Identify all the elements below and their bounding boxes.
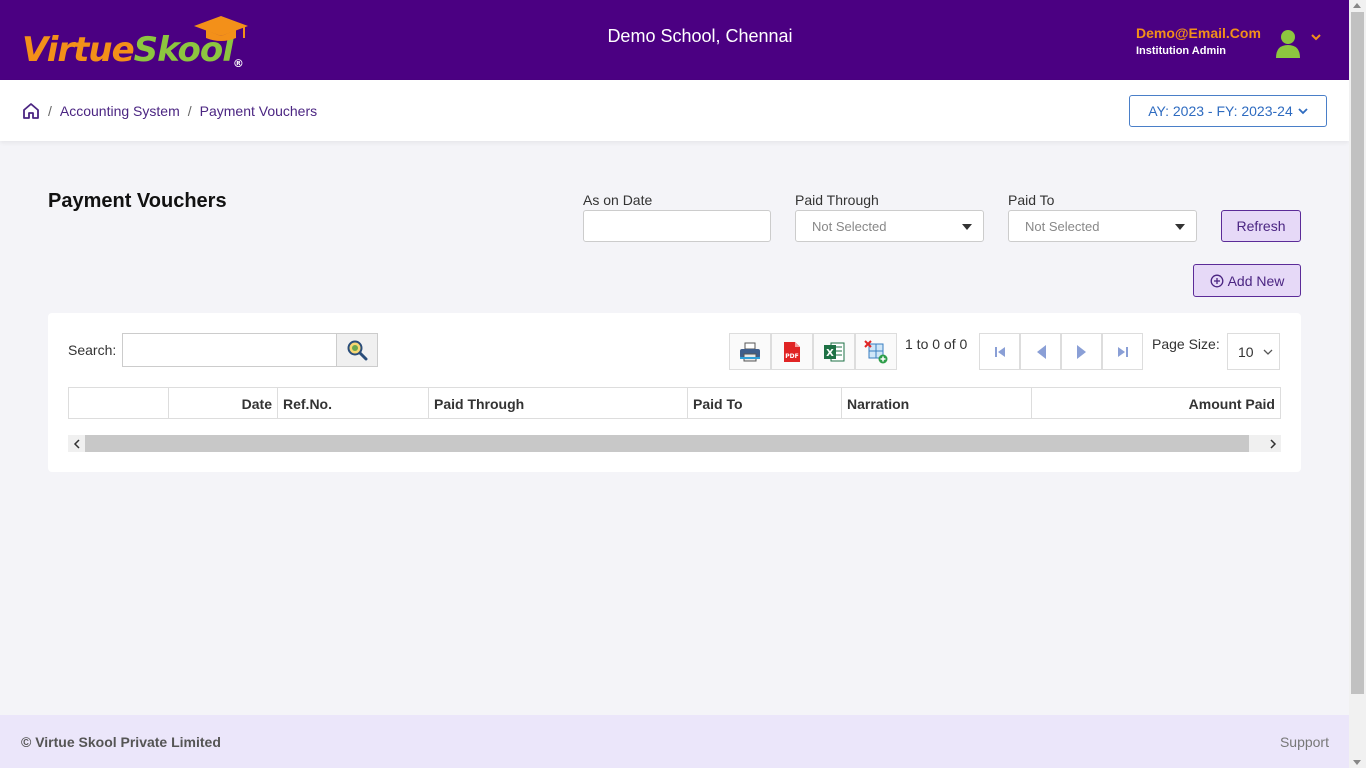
copyright-text: © Virtue Skool Private Limited: [21, 734, 221, 750]
vouchers-grid-card: Search: PDF X 1 to 0 of 0 Page Size: 10 …: [48, 313, 1301, 472]
paid-to-value: Not Selected: [1025, 219, 1100, 234]
paid-through-value: Not Selected: [812, 219, 887, 234]
table-settings-icon: [864, 339, 888, 363]
first-page-icon: [994, 346, 1005, 357]
first-page-button[interactable]: [979, 333, 1020, 370]
paid-through-label: Paid Through: [795, 192, 879, 208]
next-page-button[interactable]: [1061, 333, 1102, 370]
breadcrumb-bar: / Accounting System / Payment Vouchers AY: …: [0, 80, 1349, 141]
grid-header: Date Ref.No. Paid Through Paid To Narrat…: [68, 387, 1281, 419]
next-page-icon: [1076, 344, 1086, 359]
svg-text:PDF: PDF: [785, 353, 798, 360]
breadcrumb-separator: /: [187, 103, 192, 119]
caret-down-icon: [1175, 224, 1185, 230]
column-header-date[interactable]: Date: [169, 388, 278, 418]
page-size-select[interactable]: 10: [1227, 333, 1280, 370]
as-on-date-label: As on Date: [583, 192, 653, 208]
scroll-right-icon[interactable]: [1264, 435, 1281, 452]
page-vertical-scrollbar[interactable]: [1349, 0, 1366, 768]
breadcrumb-accounting-system[interactable]: Accounting System: [60, 103, 180, 119]
page-size-label: Page Size:: [1152, 336, 1220, 352]
footer: © Virtue Skool Private Limited Support: [0, 715, 1349, 768]
chevron-down-icon: [1263, 349, 1273, 355]
last-page-button[interactable]: [1102, 333, 1143, 370]
grid-horizontal-scrollbar[interactable]: [68, 435, 1281, 452]
scroll-up-icon[interactable]: [1353, 3, 1361, 8]
plus-circle-icon: [1210, 274, 1224, 287]
chevron-down-icon[interactable]: [1310, 32, 1322, 42]
as-on-date-input[interactable]: [583, 210, 771, 242]
svg-text:X: X: [826, 348, 834, 359]
user-email[interactable]: Demo@Email.Com: [1136, 25, 1261, 41]
user-role: Institution Admin: [1136, 45, 1227, 57]
paid-through-select[interactable]: Not Selected: [795, 210, 984, 242]
chevron-down-icon: [1298, 108, 1308, 115]
paid-to-select[interactable]: Not Selected: [1008, 210, 1197, 242]
scroll-down-icon[interactable]: [1353, 760, 1361, 765]
paid-to-label: Paid To: [1008, 192, 1055, 208]
last-page-icon: [1117, 346, 1128, 357]
scrollbar-thumb[interactable]: [1351, 12, 1364, 694]
pdf-icon: PDF: [784, 341, 800, 362]
print-button[interactable]: [729, 333, 771, 370]
column-chooser-button[interactable]: [855, 333, 897, 370]
home-icon[interactable]: [22, 102, 40, 120]
academic-year-dropdown[interactable]: AY: 2023 - FY: 2023-24: [1129, 95, 1327, 127]
page-title: Payment Vouchers: [48, 190, 227, 212]
refresh-button[interactable]: Refresh: [1221, 210, 1301, 242]
add-new-label: Add New: [1227, 272, 1285, 289]
column-header-select[interactable]: [69, 388, 169, 418]
add-new-button[interactable]: Add New: [1193, 264, 1301, 297]
user-avatar-icon[interactable]: [1275, 28, 1301, 58]
scrollbar-thumb[interactable]: [85, 435, 1249, 452]
search-input[interactable]: [122, 333, 337, 367]
column-header-paid-to[interactable]: Paid To: [688, 388, 842, 418]
column-header-amount-paid[interactable]: Amount Paid: [1032, 388, 1280, 418]
support-link[interactable]: Support: [1280, 734, 1329, 750]
excel-icon: X: [824, 342, 845, 361]
previous-page-button[interactable]: [1020, 333, 1061, 370]
page-size-value: 10: [1238, 344, 1254, 360]
search-label: Search:: [68, 342, 117, 358]
breadcrumb-separator: /: [48, 103, 52, 119]
printer-icon: [740, 342, 760, 361]
logo-registered-mark: ®: [232, 57, 244, 70]
export-pdf-button[interactable]: PDF: [771, 333, 813, 370]
search-button[interactable]: [336, 333, 378, 367]
search-icon: [347, 340, 368, 361]
pagination-info: 1 to 0 of 0: [905, 336, 968, 352]
previous-page-icon: [1036, 344, 1046, 359]
export-excel-button[interactable]: X: [813, 333, 855, 370]
column-header-ref-no[interactable]: Ref.No.: [278, 388, 429, 418]
column-header-narration[interactable]: Narration: [842, 388, 1032, 418]
caret-down-icon: [962, 224, 972, 230]
column-header-paid-through[interactable]: Paid Through: [429, 388, 688, 418]
top-header: VirtueSkool® Demo School, Chennai Demo@E…: [0, 0, 1349, 80]
scroll-left-icon[interactable]: [68, 435, 85, 452]
breadcrumb: / Accounting System / Payment Vouchers: [48, 103, 317, 119]
breadcrumb-payment-vouchers[interactable]: Payment Vouchers: [200, 103, 318, 119]
academic-year-label: AY: 2023 - FY: 2023-24: [1148, 103, 1293, 119]
